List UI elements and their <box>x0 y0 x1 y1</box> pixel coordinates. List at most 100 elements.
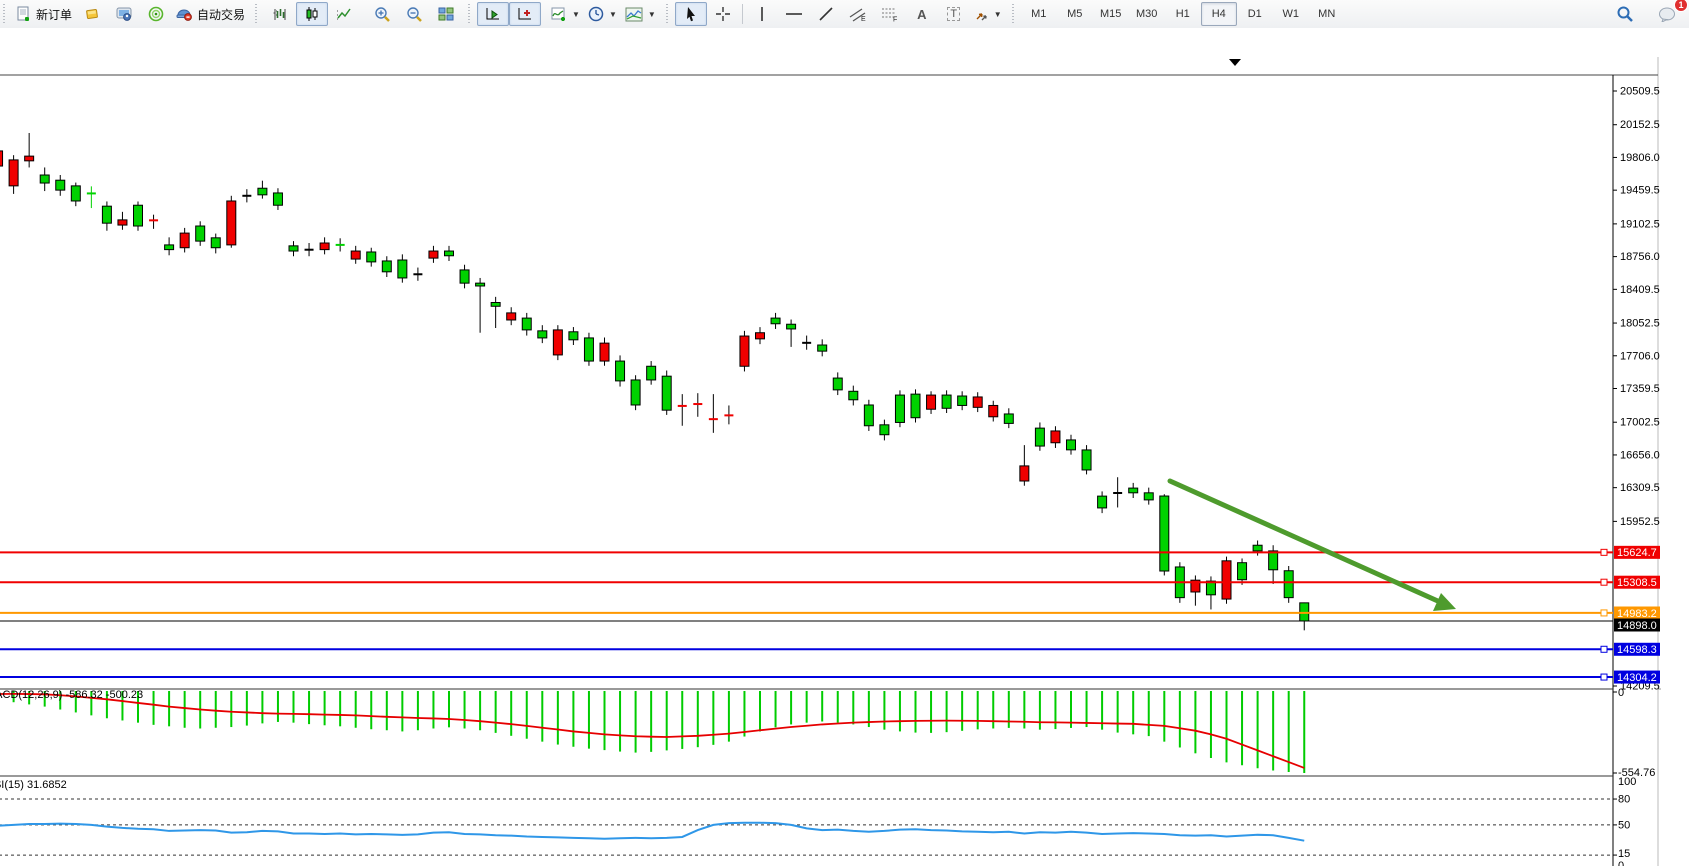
vertical-line-icon <box>756 6 768 22</box>
timeframe-M1-button[interactable]: M1 <box>1021 2 1057 26</box>
candle-body <box>1238 563 1247 580</box>
group-handle[interactable] <box>254 4 259 24</box>
chart-shift-button[interactable] <box>509 2 541 26</box>
candle-body <box>911 394 920 418</box>
trendline-button[interactable] <box>810 2 842 26</box>
chevron-down-icon: ▼ <box>648 10 656 19</box>
main-toolbar: 新订单 <box>0 0 1689 29</box>
candle-body <box>227 201 236 245</box>
new-order-icon <box>16 6 32 22</box>
line-handle[interactable] <box>1601 674 1607 680</box>
price-tick-label: 19459.5 <box>1620 185 1660 197</box>
candlestick-icon <box>304 6 320 22</box>
search-button[interactable] <box>1609 2 1641 26</box>
insert-group: ▼ ▼ ▼ <box>544 2 663 26</box>
timeframe-group: M1M5M15M30H1H4D1W1MN <box>1018 2 1348 26</box>
chart-canvas[interactable]: 20509.520152.519806.019459.519102.518756… <box>0 28 1689 866</box>
line-handle[interactable] <box>1601 579 1607 585</box>
text-button[interactable]: A <box>906 2 938 26</box>
price-tick-label: 20152.5 <box>1620 119 1660 131</box>
timeframe-H1-button[interactable]: H1 <box>1165 2 1201 26</box>
tile-windows-button[interactable] <box>430 2 462 26</box>
bar-chart-mode-button[interactable] <box>264 2 296 26</box>
templates-button[interactable]: ▼ <box>621 2 660 26</box>
zoom-in-button[interactable] <box>366 2 398 26</box>
timeframe-MN-button[interactable]: MN <box>1309 2 1345 26</box>
chat-bubble-icon <box>1658 6 1676 22</box>
indicators-icon <box>551 6 567 22</box>
level-label: 14598.3 <box>1617 644 1657 656</box>
timeframe-W1-button[interactable]: W1 <box>1273 2 1309 26</box>
timeframe-D1-button[interactable]: D1 <box>1237 2 1273 26</box>
candle-body <box>445 251 454 256</box>
candle-body <box>647 366 656 380</box>
line-handle[interactable] <box>1601 549 1607 555</box>
candle-body <box>9 160 18 186</box>
candle-body <box>538 331 547 338</box>
separator <box>742 4 743 24</box>
candle-body <box>740 336 749 366</box>
signals-button[interactable] <box>140 2 172 26</box>
crosshair-button[interactable] <box>707 2 739 26</box>
level-label: 15308.5 <box>1617 577 1657 589</box>
vertical-line-button[interactable] <box>746 2 778 26</box>
rsi-label: RSI(15) 31.6852 <box>0 779 67 791</box>
candle-body <box>320 243 329 250</box>
notifications-button[interactable]: 1 <box>1651 2 1683 26</box>
price-tick-label: 19806.0 <box>1620 152 1660 164</box>
candle-body <box>833 378 842 390</box>
line-chart-mode-button[interactable] <box>328 2 360 26</box>
candle-body <box>1160 496 1169 571</box>
candle-body <box>880 425 889 435</box>
group-handle[interactable] <box>665 4 670 24</box>
auto-scroll-button[interactable] <box>477 2 509 26</box>
horizontal-line-button[interactable] <box>778 2 810 26</box>
timeframe-M30-button[interactable]: M30 <box>1129 2 1165 26</box>
horizontal-line-icon <box>785 6 803 22</box>
cursor-button[interactable] <box>675 2 707 26</box>
profile-button[interactable] <box>108 2 140 26</box>
candle-body <box>895 395 904 422</box>
candle-body <box>398 260 407 278</box>
zoom-out-icon <box>406 6 423 23</box>
svg-text:E: E <box>861 16 866 22</box>
candle-body <box>1129 488 1138 493</box>
candle-body <box>25 156 34 161</box>
text-label-button[interactable]: T <box>938 2 970 26</box>
fibonacci-button[interactable]: F <box>874 2 906 26</box>
candle-body <box>787 324 796 329</box>
line-handle[interactable] <box>1601 610 1607 616</box>
candle-body <box>1098 496 1107 508</box>
price-tick-label: 17706.0 <box>1620 350 1660 362</box>
equidistant-channel-button[interactable]: E <box>842 2 874 26</box>
group-handle[interactable] <box>467 4 472 24</box>
candle-body <box>1004 414 1013 423</box>
fibonacci-icon: F <box>881 6 899 22</box>
candle-body <box>864 405 873 426</box>
auto-trading-icon <box>176 6 193 22</box>
candle-body <box>600 343 609 361</box>
candle-body <box>818 345 827 351</box>
indicators-button[interactable]: ▼ <box>547 2 584 26</box>
macd-zero-label: 0 <box>1618 687 1624 699</box>
group-handle[interactable] <box>1011 4 1016 24</box>
price-tick-label: 19102.5 <box>1620 218 1660 230</box>
timeframe-M15-button[interactable]: M15 <box>1093 2 1129 26</box>
candle-body <box>927 395 936 409</box>
candlestick-mode-button[interactable] <box>296 2 328 26</box>
candle-body <box>196 226 205 241</box>
new-order-button[interactable]: 新订单 <box>12 2 76 26</box>
market-button[interactable] <box>76 2 108 26</box>
candle-body <box>71 186 80 201</box>
level-label: 14983.2 <box>1617 608 1657 620</box>
arrows-button[interactable]: ▼ <box>970 2 1006 26</box>
timeframe-M5-button[interactable]: M5 <box>1057 2 1093 26</box>
auto-trading-button[interactable]: 自动交易 <box>172 2 249 26</box>
toolbar-drag-handle[interactable] <box>2 4 7 24</box>
periods-button[interactable]: ▼ <box>584 2 621 26</box>
candle-body <box>134 205 143 226</box>
zoom-out-button[interactable] <box>398 2 430 26</box>
timeframe-H4-button[interactable]: H4 <box>1201 2 1237 26</box>
line-handle[interactable] <box>1601 646 1607 652</box>
toolbar-right: 1 <box>1609 0 1683 28</box>
